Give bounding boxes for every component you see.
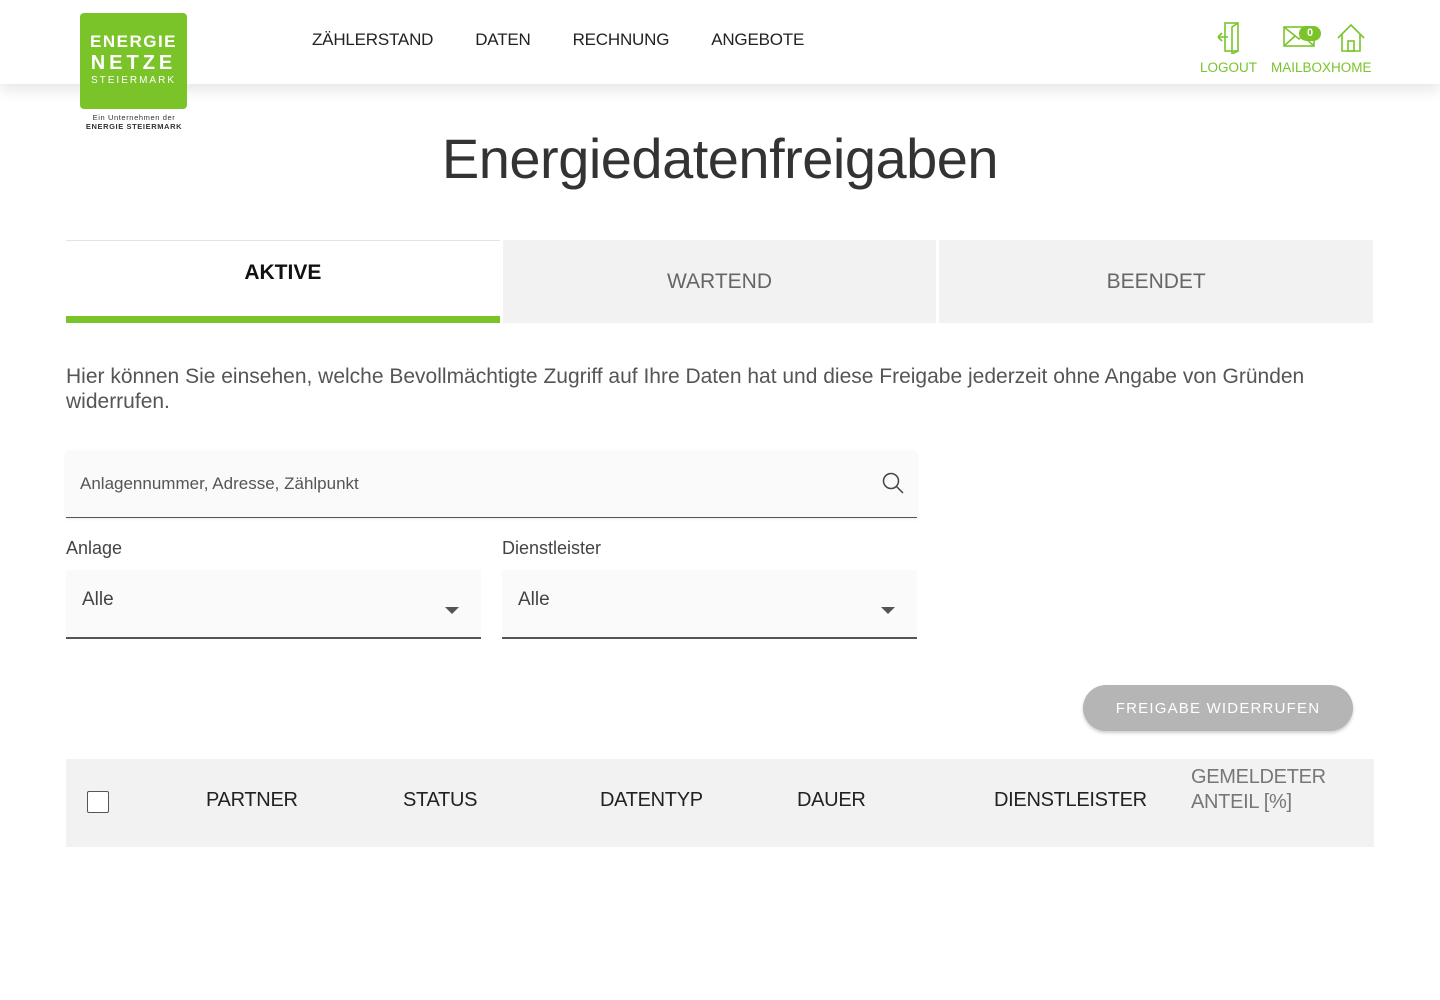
column-header-anteil[interactable]: GEMELDETER ANTEIL [%] xyxy=(1191,765,1351,815)
anlage-label: Anlage xyxy=(66,538,123,558)
nav-item-zaehlerstand[interactable]: ZÄHLERSTAND xyxy=(312,30,433,50)
column-header-status[interactable]: STATUS xyxy=(403,789,477,812)
table-header: PARTNER STATUS DATENTYP DAUER DIENSTLEIS… xyxy=(66,759,1374,847)
anlage-select-value: Alle xyxy=(82,589,114,610)
nav-item-rechnung[interactable]: RECHNUNG xyxy=(573,30,670,50)
nav-item-daten[interactable]: DATEN xyxy=(475,30,531,50)
home-button[interactable]: HOME xyxy=(1331,20,1372,75)
brand-logo[interactable]: ENERGIE NETZE STEIERMARK xyxy=(80,13,187,109)
logo-line-2: NETZE xyxy=(90,52,177,74)
main-nav: ZÄHLERSTAND DATEN RECHNUNG ANGEBOTE xyxy=(312,30,804,50)
select-all-checkbox[interactable] xyxy=(87,791,109,813)
column-header-anteil-line-1: GEMELDETER xyxy=(1191,766,1326,788)
revoke-consent-button[interactable]: FREIGABE WIDERRUFEN xyxy=(1083,685,1353,731)
logout-button[interactable]: LOGOUT xyxy=(1200,20,1257,75)
mailbox-count-badge: 0 xyxy=(1299,26,1322,41)
logo-tagline: Ein Unternehmen der ENERGIE STEIERMARK xyxy=(82,113,186,131)
dienstleister-select[interactable]: Alle xyxy=(502,570,917,639)
column-header-partner[interactable]: PARTNER xyxy=(206,789,298,812)
mailbox-button[interactable]: 0 MAILBOX xyxy=(1271,20,1331,75)
mailbox-label: MAILBOX xyxy=(1271,60,1332,75)
chevron-down-icon xyxy=(881,607,895,614)
page-title: Energiedatenfreigaben xyxy=(441,127,999,190)
logo-line-1: ENERGIE xyxy=(89,32,178,51)
column-header-anteil-line-2: ANTEIL [%] xyxy=(1191,791,1292,813)
header-actions: LOGOUT 0 MAILBOX HOME xyxy=(1200,20,1372,75)
anlage-select[interactable]: Alle xyxy=(66,570,481,639)
column-header-dienstleister[interactable]: DIENSTLEISTER xyxy=(994,789,1147,812)
dienstleister-select-value: Alle xyxy=(518,589,550,610)
search-icon[interactable] xyxy=(881,471,905,495)
logout-icon xyxy=(1216,22,1239,54)
tab-wartend[interactable]: WARTEND xyxy=(502,240,937,323)
status-tabs: AKTIVE WARTEND BEENDET xyxy=(66,240,1374,323)
home-icon xyxy=(1337,23,1365,52)
dienstleister-label: Dienstleister xyxy=(502,538,602,558)
column-header-datentyp[interactable]: DATENTYP xyxy=(600,789,703,812)
home-label: HOME xyxy=(1331,60,1372,75)
search-box xyxy=(66,451,917,518)
logo-tagline-2: ENERGIE STEIERMARK xyxy=(85,122,183,131)
nav-item-angebote[interactable]: ANGEBOTE xyxy=(711,30,804,50)
tab-beendet[interactable]: BEENDET xyxy=(939,240,1374,323)
search-input[interactable] xyxy=(66,451,866,517)
tab-aktive[interactable]: AKTIVE xyxy=(66,240,500,323)
logout-label: LOGOUT xyxy=(1200,60,1258,75)
logo-line-3: STEIERMARK xyxy=(90,75,176,86)
chevron-down-icon xyxy=(445,607,459,614)
column-header-dauer[interactable]: DAUER xyxy=(797,789,866,812)
intro-text: Hier können Sie einsehen, welche Bevollm… xyxy=(66,365,1305,413)
logo-tagline-1: Ein Unternehmen der xyxy=(92,113,176,122)
